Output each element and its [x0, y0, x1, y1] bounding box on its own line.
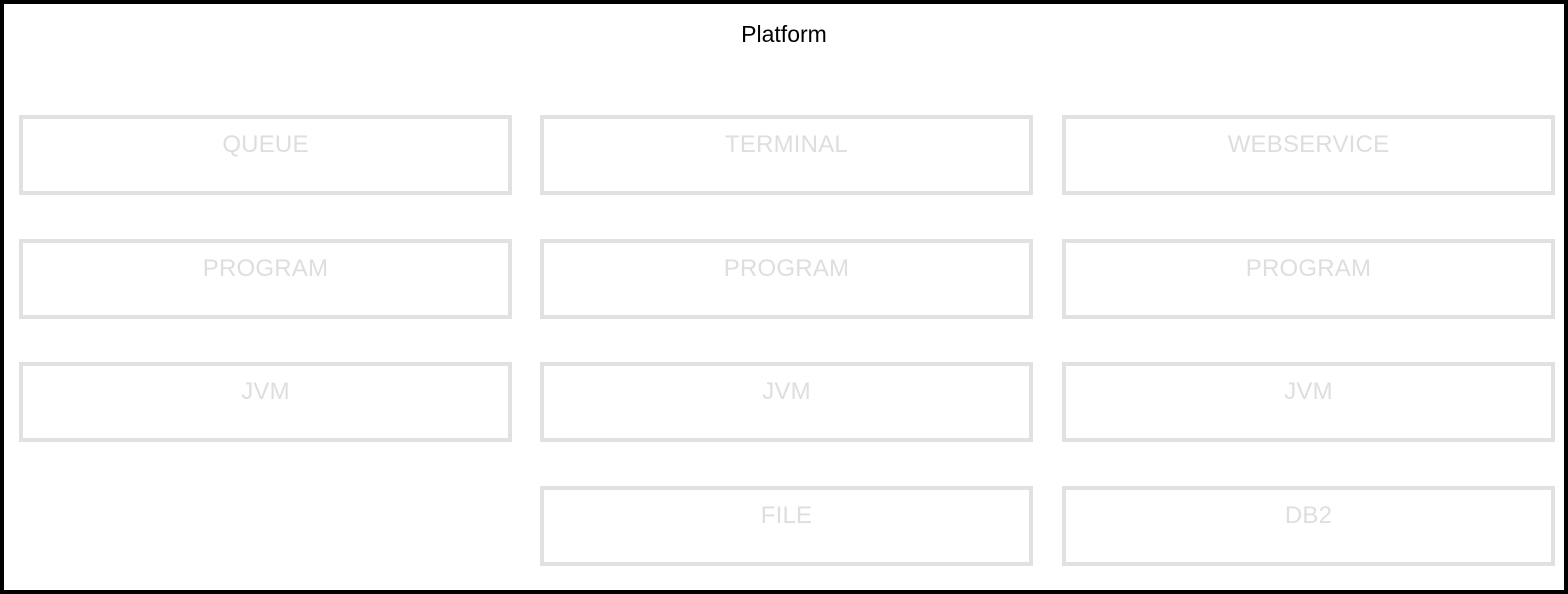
node-label-jvm-3: JVM [1284, 378, 1333, 405]
node-program-3[interactable]: PROGRAM [1062, 239, 1555, 319]
node-label-db2: DB2 [1284, 502, 1333, 529]
node-label-webservice: WEBSERVICE [1227, 131, 1390, 158]
node-jvm-3[interactable]: JVM [1062, 362, 1555, 442]
platform-title: Platform [741, 21, 827, 47]
node-label-jvm-1: JVM [241, 378, 290, 405]
node-webservice[interactable]: WEBSERVICE [1062, 115, 1555, 195]
node-file[interactable]: FILE [540, 486, 1033, 566]
node-label-queue: QUEUE [222, 131, 309, 158]
node-label-jvm-2: JVM [762, 378, 811, 405]
node-program-1[interactable]: PROGRAM [19, 239, 512, 319]
node-terminal[interactable]: TERMINAL [540, 115, 1033, 195]
node-queue[interactable]: QUEUE [19, 115, 512, 195]
node-label-program-2: PROGRAM [723, 255, 850, 282]
node-jvm-1[interactable]: JVM [19, 362, 512, 442]
platform-container: Platform QUEUE TERMINAL WEBSERVICE PROGR… [0, 0, 1568, 594]
node-db2[interactable]: DB2 [1062, 486, 1555, 566]
node-label-file: FILE [760, 502, 813, 529]
node-label-program-1: PROGRAM [202, 255, 329, 282]
node-label-terminal: TERMINAL [725, 131, 848, 158]
node-label-program-3: PROGRAM [1245, 255, 1372, 282]
node-program-2[interactable]: PROGRAM [540, 239, 1033, 319]
node-jvm-2[interactable]: JVM [540, 362, 1033, 442]
